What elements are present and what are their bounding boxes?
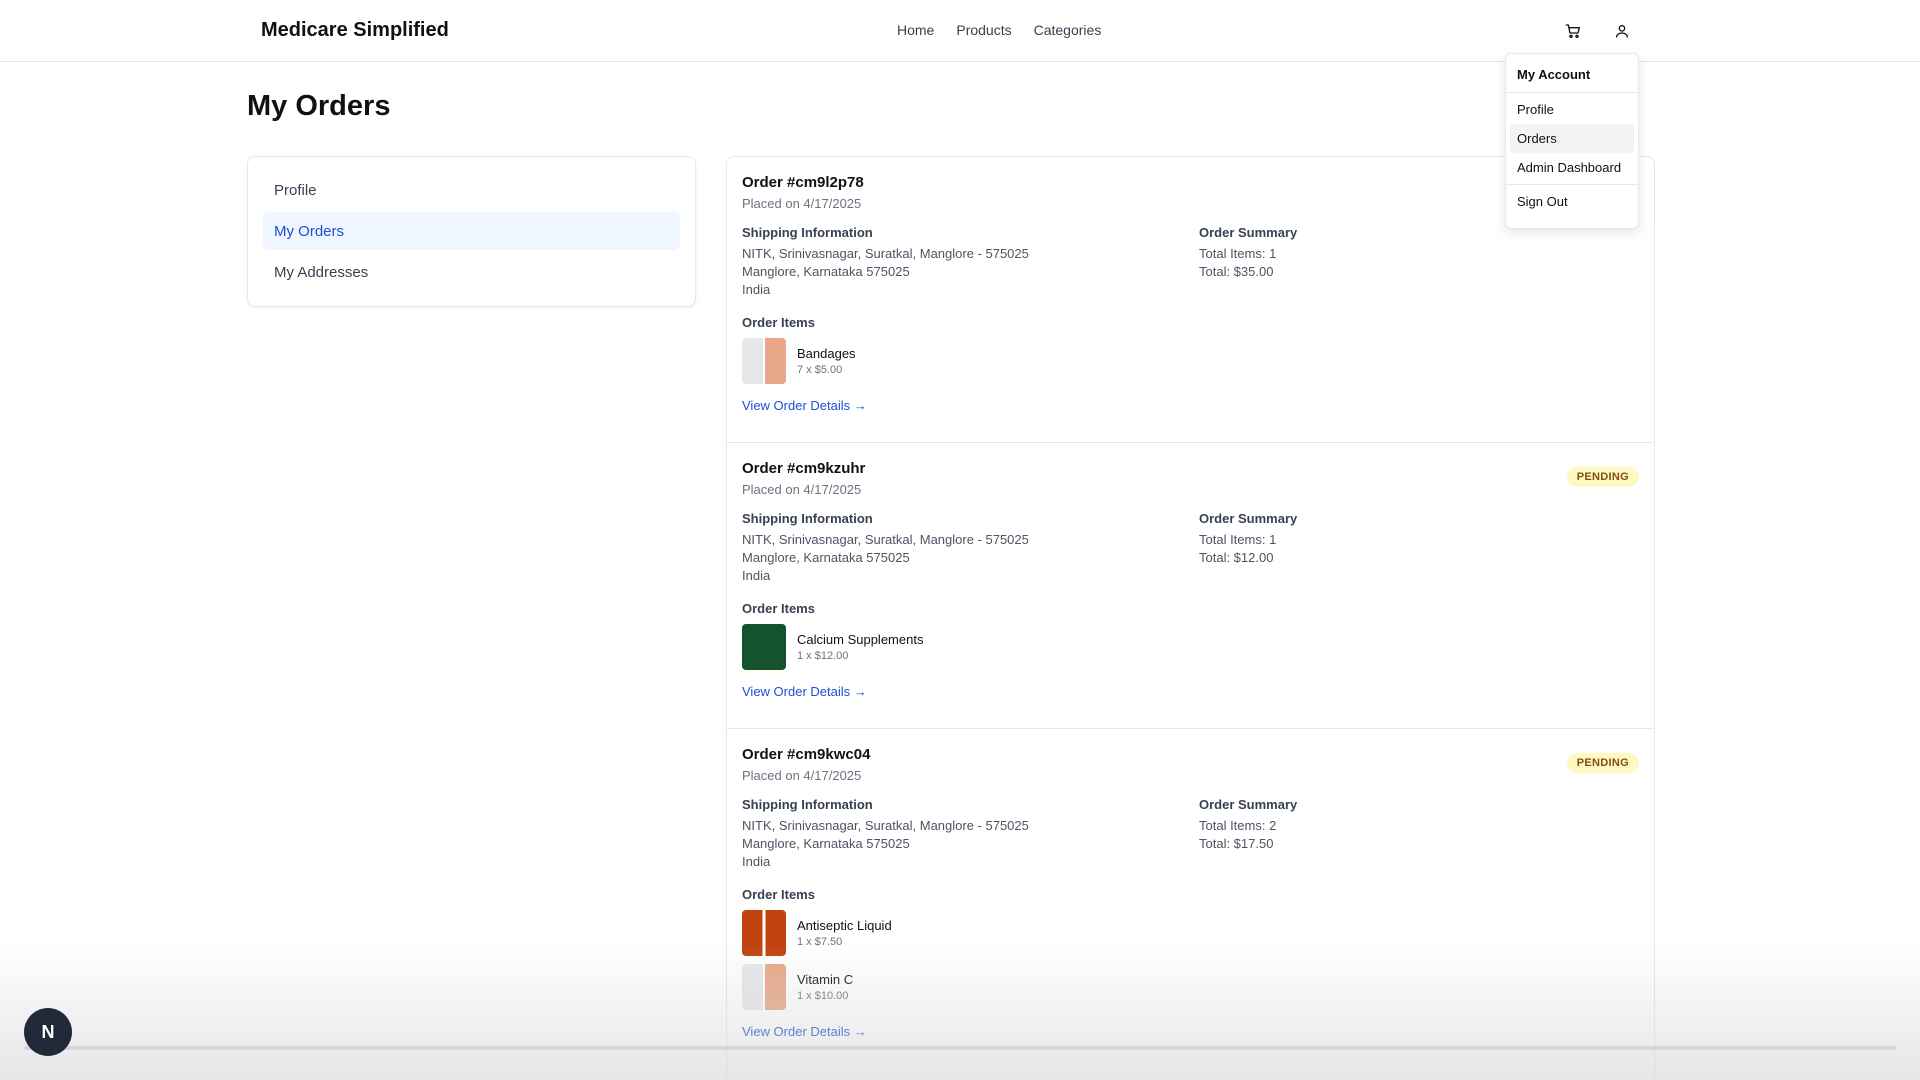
- item-qty: 1 x $7.50: [797, 936, 843, 948]
- item-qty: 1 x $12.00: [797, 650, 849, 662]
- orders-list: Order #cm9l2p78 Placed on 4/17/2025 Ship…: [726, 156, 1655, 1080]
- items-heading: Order Items: [742, 315, 815, 330]
- status-badge: PENDING: [1566, 753, 1639, 773]
- page-title: My Orders: [247, 90, 391, 122]
- order-item: Antiseptic Liquid 1 x $7.50: [742, 910, 1639, 956]
- account-sidebar: Profile My Orders My Addresses: [247, 156, 696, 307]
- total-items: Total Items: 2: [1199, 818, 1277, 833]
- cart-icon[interactable]: [1562, 20, 1584, 42]
- total-items: Total Items: 1: [1199, 246, 1277, 261]
- summary-heading: Order Summary: [1199, 511, 1298, 526]
- shipping-heading: Shipping Information: [742, 511, 873, 526]
- brand-logo[interactable]: Medicare Simplified: [261, 19, 449, 42]
- item-name: Calcium Supplements: [797, 632, 924, 647]
- main-nav: Home Products Categories: [897, 22, 1101, 38]
- order-date: Placed on 4/17/2025: [742, 768, 862, 783]
- address-line: NITK, Srinivasnagar, Suratkal, Manglore …: [742, 532, 1029, 547]
- order-total: Total: $17.50: [1199, 836, 1274, 851]
- address-line: India: [742, 568, 771, 583]
- total-items: Total Items: 1: [1199, 532, 1277, 547]
- product-thumbnail: [742, 338, 786, 384]
- nextjs-dev-badge[interactable]: N: [24, 1008, 72, 1056]
- divider: [1506, 184, 1638, 185]
- item-name: Bandages: [797, 346, 856, 361]
- menu-item-orders[interactable]: Orders: [1510, 124, 1634, 153]
- address-line: NITK, Srinivasnagar, Suratkal, Manglore …: [742, 818, 1029, 833]
- order-item: Vitamin C 1 x $10.00: [742, 964, 1639, 1010]
- items-heading: Order Items: [742, 887, 815, 902]
- summary-heading: Order Summary: [1199, 225, 1298, 240]
- shipping-heading: Shipping Information: [742, 225, 873, 240]
- nav-home-link[interactable]: Home: [897, 22, 934, 38]
- menu-item-admin-dashboard[interactable]: Admin Dashboard: [1510, 153, 1634, 182]
- view-order-details-link[interactable]: View Order Details →: [742, 1024, 867, 1039]
- product-thumbnail: [742, 910, 786, 956]
- user-icon[interactable]: [1611, 20, 1633, 42]
- address-line: India: [742, 854, 771, 869]
- shipping-heading: Shipping Information: [742, 797, 873, 812]
- item-name: Antiseptic Liquid: [797, 918, 892, 933]
- view-order-details-link[interactable]: View Order Details →: [742, 398, 867, 413]
- product-thumbnail: [742, 624, 786, 670]
- item-qty: 7 x $5.00: [797, 364, 843, 376]
- address-line: Manglore, Karnataka 575025: [742, 836, 910, 851]
- product-thumbnail: [742, 964, 786, 1010]
- status-badge: PENDING: [1566, 467, 1639, 487]
- order-id: Order #cm9kzuhr: [742, 460, 866, 477]
- address-line: Manglore, Karnataka 575025: [742, 264, 910, 279]
- order-card: Order #cm9kzuhr Placed on 4/17/2025 PEND…: [727, 443, 1654, 729]
- item-qty: 1 x $10.00: [797, 990, 849, 1002]
- address-line: NITK, Srinivasnagar, Suratkal, Manglore …: [742, 246, 1029, 261]
- video-progress-bar[interactable]: [24, 1046, 1896, 1050]
- summary-heading: Order Summary: [1199, 797, 1298, 812]
- sidebar-item-my-addresses[interactable]: My Addresses: [263, 253, 680, 291]
- nav-products-link[interactable]: Products: [956, 22, 1011, 38]
- divider: [1506, 92, 1638, 93]
- order-date: Placed on 4/17/2025: [742, 482, 862, 497]
- order-card: Order #cm9kwc04 Placed on 4/17/2025 PEND…: [727, 729, 1654, 1080]
- order-item: Calcium Supplements 1 x $12.00: [742, 624, 1639, 670]
- menu-item-profile[interactable]: Profile: [1510, 95, 1634, 124]
- order-total: Total: $35.00: [1199, 264, 1274, 279]
- account-dropdown-menu: My Account Profile Orders Admin Dashboar…: [1505, 53, 1639, 229]
- order-total: Total: $12.00: [1199, 550, 1274, 565]
- items-heading: Order Items: [742, 601, 815, 616]
- nav-categories-link[interactable]: Categories: [1034, 22, 1102, 38]
- view-order-details-link[interactable]: View Order Details →: [742, 684, 867, 699]
- order-id: Order #cm9kwc04: [742, 746, 871, 763]
- menu-item-sign-out[interactable]: Sign Out: [1510, 187, 1634, 216]
- address-line: India: [742, 282, 771, 297]
- order-item: Bandages 7 x $5.00: [742, 338, 1639, 384]
- item-name: Vitamin C: [797, 972, 854, 987]
- sidebar-item-my-orders[interactable]: My Orders: [263, 212, 680, 250]
- dropdown-label: My Account: [1517, 67, 1591, 82]
- address-line: Manglore, Karnataka 575025: [742, 550, 910, 565]
- sidebar-item-profile[interactable]: Profile: [263, 171, 680, 209]
